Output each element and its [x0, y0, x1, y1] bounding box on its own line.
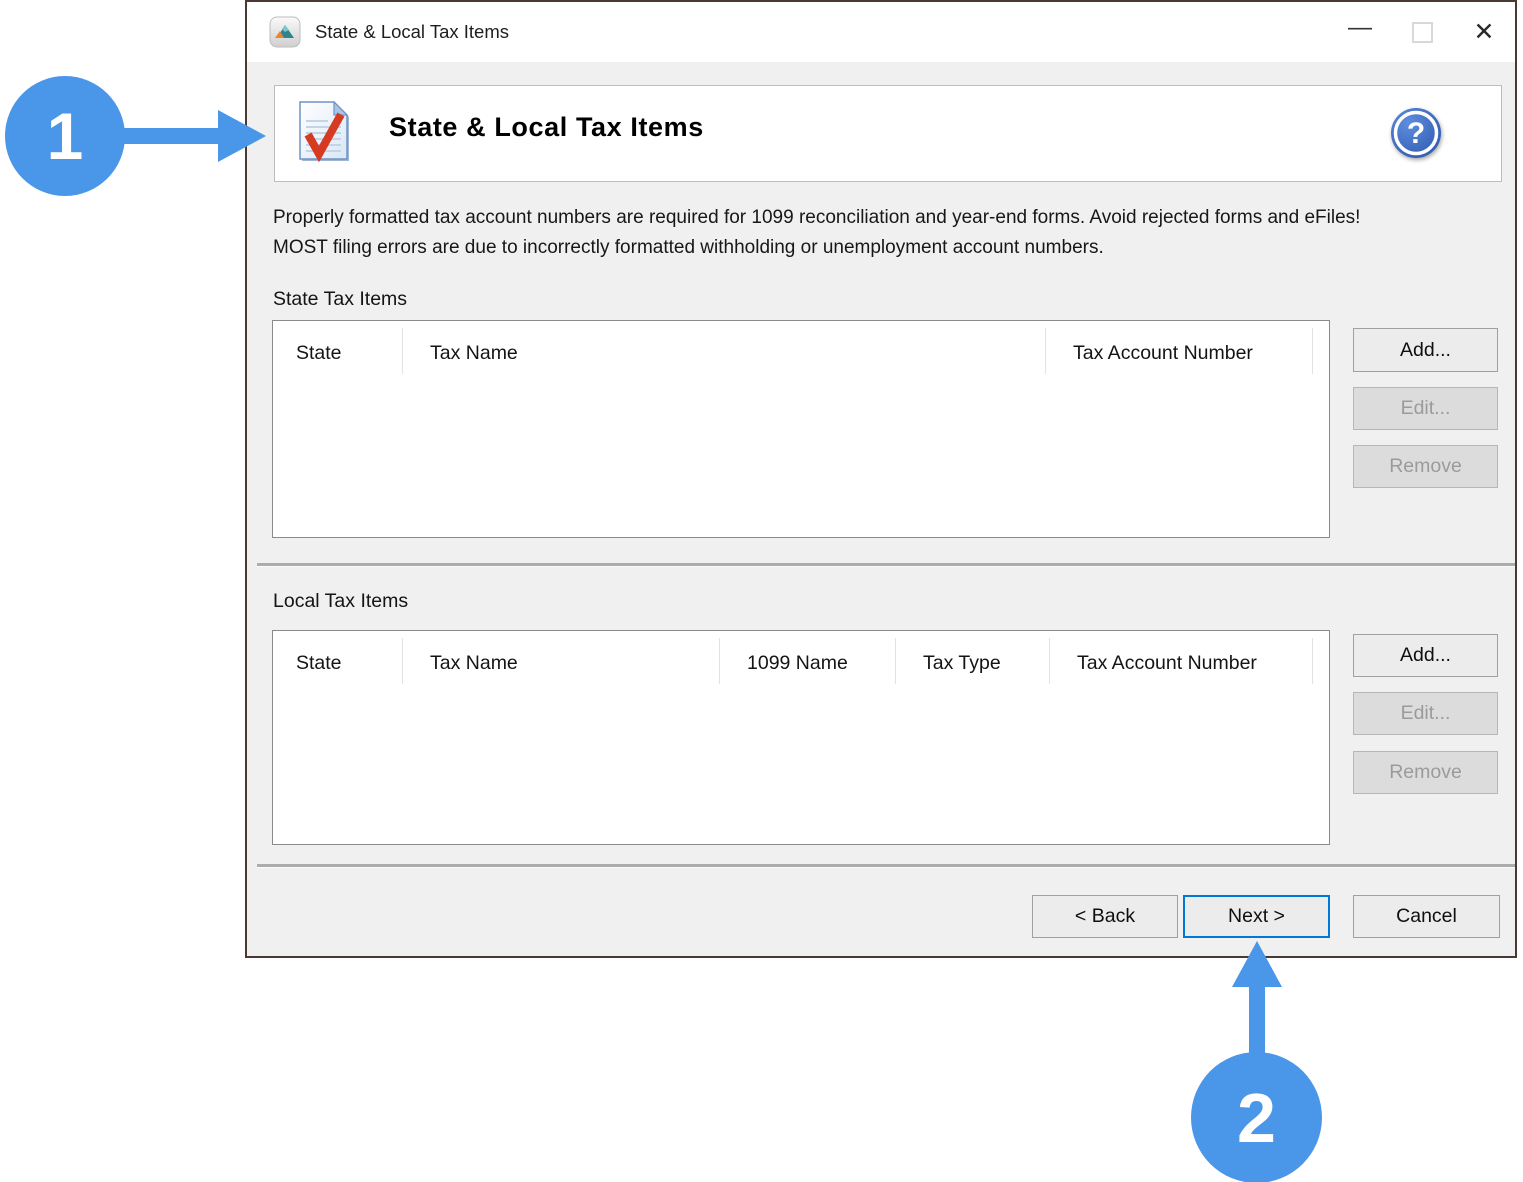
maximize-button [1391, 2, 1453, 62]
annotation-step-1-badge: 1 [5, 76, 125, 196]
maximize-icon [1412, 22, 1433, 43]
state-edit-button: Edit... [1353, 387, 1498, 430]
annotation-step-2-badge: 2 [1191, 1052, 1322, 1182]
app-logo-icon [269, 16, 301, 48]
description-line-2: MOST filing errors are due to incorrectl… [273, 233, 1360, 263]
column-header-1099-name[interactable]: 1099 Name [720, 638, 896, 684]
help-icon[interactable]: ? [1389, 106, 1443, 160]
footer-divider [257, 864, 1515, 867]
minimize-button[interactable]: — [1329, 2, 1391, 62]
local-edit-button: Edit... [1353, 692, 1498, 735]
column-header-tax-account-number[interactable]: Tax Account Number [1046, 328, 1313, 374]
column-header-state[interactable]: State [273, 328, 403, 374]
section-divider [257, 563, 1515, 566]
window-title: State & Local Tax Items [315, 21, 509, 43]
state-table-header-row: State Tax Name Tax Account Number [273, 328, 1329, 374]
annotation-arrow-1 [118, 128, 220, 144]
document-checklist-icon [297, 101, 353, 165]
local-tax-items-label: Local Tax Items [273, 590, 408, 613]
local-add-button[interactable]: Add... [1353, 634, 1498, 677]
dialog-state-local-tax-items: State & Local Tax Items — ✕ [245, 0, 1517, 958]
column-header-state[interactable]: State [273, 638, 403, 684]
state-add-button[interactable]: Add... [1353, 328, 1498, 372]
state-tax-items-table[interactable]: State Tax Name Tax Account Number [272, 320, 1330, 538]
column-header-tax-name[interactable]: Tax Name [403, 328, 1046, 374]
svg-text:?: ? [1407, 117, 1425, 150]
state-tax-items-label: State Tax Items [273, 288, 407, 311]
wizard-header: State & Local Tax Items ? [274, 85, 1502, 182]
annotated-screenshot: State & Local Tax Items — ✕ [0, 0, 1523, 1182]
close-button[interactable]: ✕ [1453, 2, 1515, 62]
state-remove-button: Remove [1353, 445, 1498, 488]
annotation-arrow-1-head-icon [218, 110, 266, 162]
close-icon: ✕ [1474, 17, 1495, 47]
cancel-button[interactable]: Cancel [1353, 895, 1500, 938]
column-header-tax-name[interactable]: Tax Name [403, 638, 720, 684]
window-controls: — ✕ [1329, 2, 1515, 62]
local-tax-items-table[interactable]: State Tax Name 1099 Name Tax Type Tax Ac… [272, 630, 1330, 845]
local-table-header-row: State Tax Name 1099 Name Tax Type Tax Ac… [273, 638, 1329, 684]
page-title: State & Local Tax Items [389, 112, 704, 143]
next-button[interactable]: Next > [1183, 895, 1330, 938]
annotation-arrow-2 [1249, 983, 1265, 1059]
local-remove-button: Remove [1353, 751, 1498, 794]
title-bar: State & Local Tax Items — ✕ [247, 2, 1515, 62]
annotation-arrow-2-head-icon [1232, 941, 1282, 987]
description-text: Properly formatted tax account numbers a… [273, 203, 1360, 263]
column-header-tax-account-number[interactable]: Tax Account Number [1050, 638, 1313, 684]
description-line-1: Properly formatted tax account numbers a… [273, 203, 1360, 233]
column-header-tax-type[interactable]: Tax Type [896, 638, 1050, 684]
back-button[interactable]: < Back [1032, 895, 1178, 938]
